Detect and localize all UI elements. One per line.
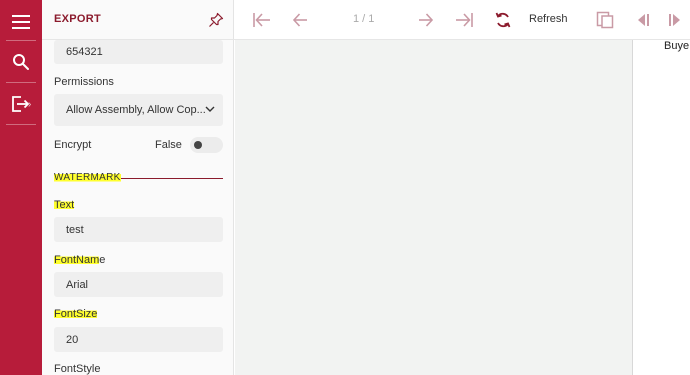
page-layout-icon[interactable] [594, 10, 616, 30]
side-rail: › [0, 0, 42, 375]
fontname-label-rest: e [99, 254, 106, 266]
fontsize-input[interactable]: 20 [54, 327, 223, 352]
rail-divider [6, 40, 36, 41]
first-page-icon[interactable] [251, 10, 273, 30]
refresh-icon[interactable] [492, 10, 514, 30]
previous-page-icon[interactable] [289, 10, 311, 30]
search-icon[interactable] [6, 47, 36, 77]
panel-header: EXPORT [42, 0, 234, 40]
export-panel: EXPORT 654321 Permissions Allow Assembly… [42, 0, 234, 375]
refresh-button[interactable]: Refresh [529, 13, 568, 25]
watermark-text-input[interactable]: test [54, 217, 223, 242]
permissions-select[interactable]: Allow Assembly, Allow Cop... [54, 94, 223, 126]
chevron-down-icon [205, 106, 215, 112]
pin-icon[interactable] [206, 10, 226, 30]
rail-divider [6, 124, 36, 125]
fontname-label: FontName [54, 254, 105, 266]
encrypt-toggle[interactable] [190, 137, 223, 153]
encrypt-label: Encrypt [54, 139, 92, 151]
page-indicator: 1 / 1 [353, 13, 375, 25]
export-icon[interactable] [6, 89, 36, 119]
viewer-toolbar: 1 / 1 Refresh [234, 0, 690, 40]
permissions-label: Permissions [54, 76, 114, 88]
text-label: Text [54, 199, 75, 211]
fontstyle-label: FontStyle [54, 363, 101, 375]
toggle-forward-icon[interactable] [664, 10, 686, 30]
chevron-right-icon: › [28, 99, 32, 110]
last-page-icon[interactable] [453, 10, 475, 30]
toggle-backward-icon[interactable] [632, 10, 654, 30]
section-divider [121, 178, 223, 179]
permissions-value: Allow Assembly, Allow Cop... [66, 104, 206, 116]
page-text-fragment: Buye [664, 40, 690, 52]
encrypt-value: False [155, 139, 182, 151]
rail-divider [6, 82, 36, 83]
panel-title: EXPORT [54, 13, 102, 25]
fontname-input[interactable]: Arial [54, 272, 223, 297]
fontsize-label: FontSize [54, 308, 98, 320]
password-field[interactable]: 654321 [54, 40, 223, 64]
hamburger-menu-icon[interactable] [6, 7, 36, 37]
watermark-section-title: WATERMARK [54, 172, 121, 183]
next-page-icon[interactable] [415, 10, 437, 30]
report-page: Buye [632, 40, 690, 375]
document-viewer-background [235, 40, 632, 375]
toggle-knob [194, 141, 202, 149]
fontname-label-highlighted: FontNam [54, 254, 100, 266]
